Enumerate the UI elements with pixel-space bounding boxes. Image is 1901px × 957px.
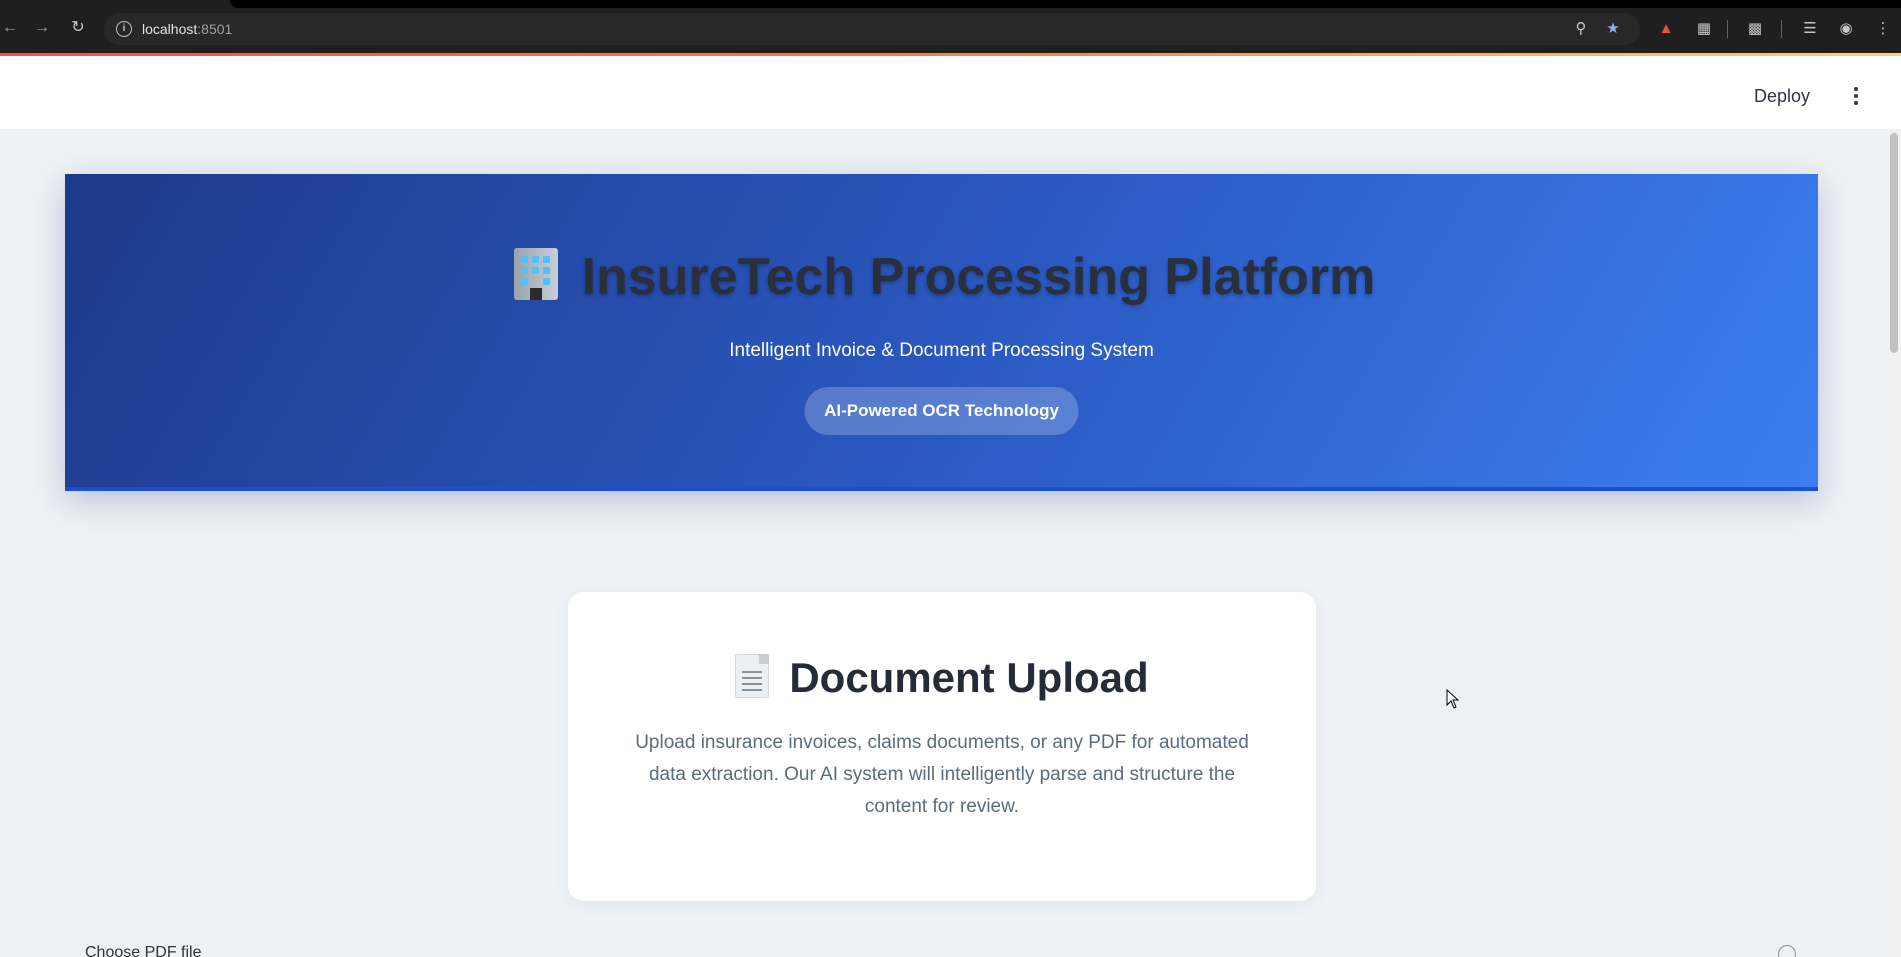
upload-card-title: Document Upload — [568, 654, 1316, 702]
hero-banner: InsureTech Processing Platform Intellige… — [65, 174, 1818, 491]
back-icon[interactable]: ← — [0, 18, 20, 38]
hero-title-text: InsureTech Processing Platform — [581, 248, 1376, 306]
mouse-cursor-icon — [1446, 689, 1460, 709]
site-info-icon[interactable]: i — [116, 21, 132, 37]
zoom-icon[interactable]: ⚲ — [1572, 20, 1590, 38]
cast-icon[interactable]: ▩ — [1745, 19, 1765, 39]
app-header: Deploy — [0, 56, 1901, 129]
reload-icon[interactable]: ↻ — [68, 18, 88, 38]
upload-card-title-text: Document Upload — [789, 654, 1149, 701]
toolbar-divider — [1727, 20, 1728, 38]
toolbar-divider — [1781, 20, 1782, 38]
bookmark-star-icon[interactable]: ★ — [1604, 20, 1622, 38]
address-bar[interactable]: i localhost:8501 ⚲ ★ — [104, 13, 1640, 45]
document-icon — [735, 654, 770, 698]
profile-avatar-icon[interactable]: ◉ — [1836, 19, 1856, 39]
hero-badge: AI-Powered OCR Technology — [804, 387, 1079, 435]
extension-icon[interactable]: ▲ — [1656, 19, 1676, 39]
office-building-icon — [508, 246, 564, 302]
puzzle-icon[interactable]: ▦ — [1694, 19, 1714, 39]
media-queue-icon[interactable]: ☰ — [1800, 19, 1820, 39]
upload-card-description: Upload insurance invoices, claims docume… — [635, 732, 1249, 817]
hero-title: InsureTech Processing Platform — [65, 246, 1818, 307]
browser-chrome: ← → ↻ i localhost:8501 ⚲ ★ ▲ ▦ ▩ ☰ ◉ ⋮ — [0, 0, 1901, 56]
help-circle-icon[interactable] — [1778, 945, 1796, 957]
kebab-menu-icon[interactable] — [1853, 87, 1859, 105]
tab-strip — [230, 0, 1901, 8]
url-text[interactable]: localhost:8501 — [142, 21, 232, 37]
forward-icon[interactable]: → — [32, 18, 52, 38]
scrollbar-thumb[interactable] — [1890, 133, 1898, 353]
file-uploader-label: Choose PDF file — [85, 944, 202, 957]
hero-subtitle: Intelligent Invoice & Document Processin… — [729, 340, 1154, 361]
upload-card: Document Upload Upload insurance invoice… — [568, 592, 1316, 901]
deploy-button[interactable]: Deploy — [1754, 86, 1810, 107]
hero-bottom-border — [65, 487, 1818, 491]
browser-menu-icon[interactable]: ⋮ — [1873, 19, 1893, 39]
